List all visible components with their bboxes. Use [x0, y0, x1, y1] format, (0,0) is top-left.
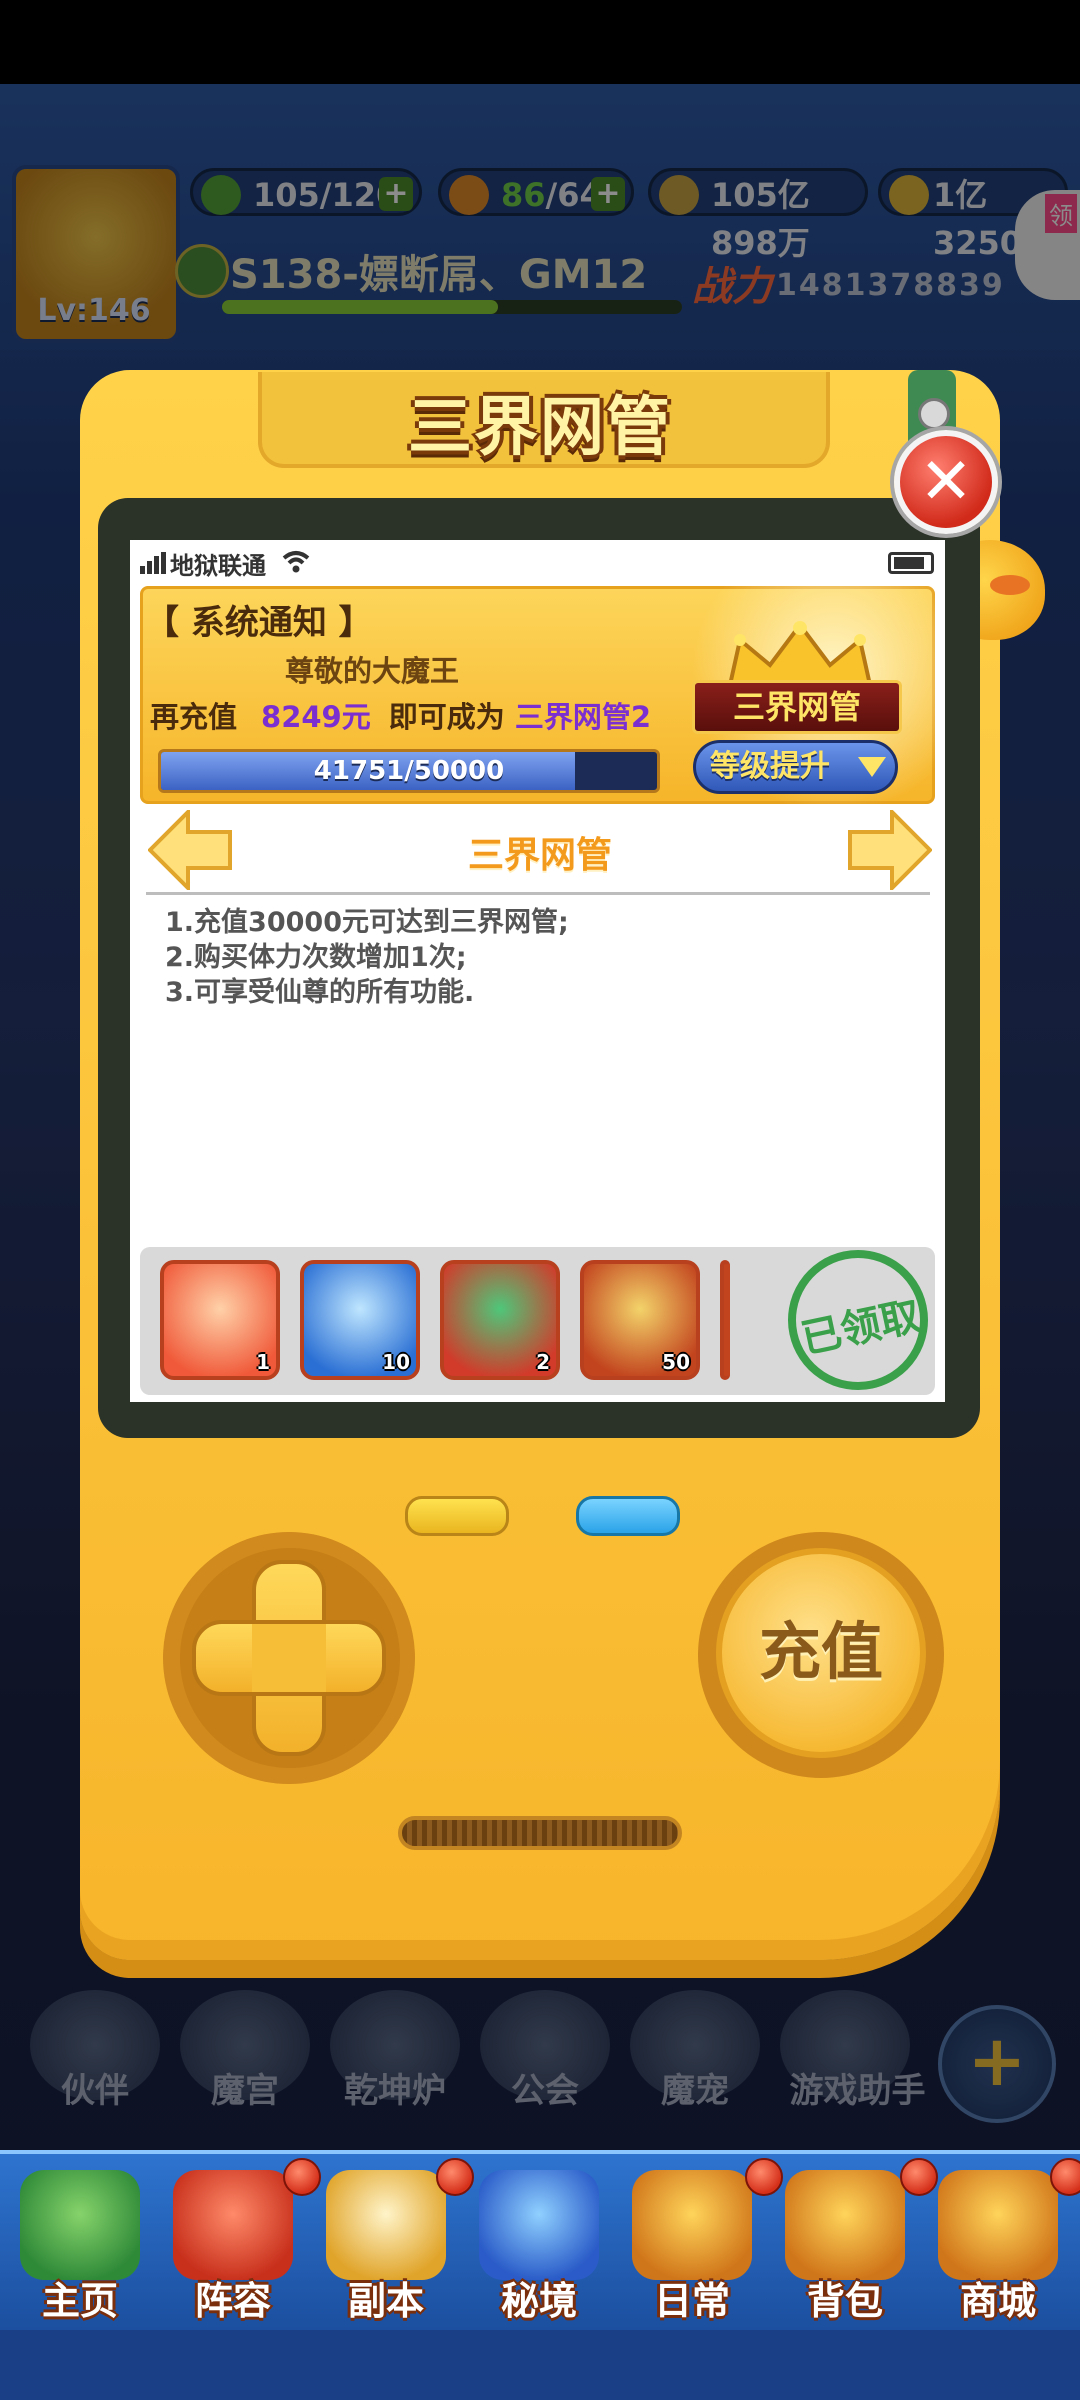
notice-mid: 即可成为: [388, 700, 505, 734]
tab-secret-realm-label: 秘境: [500, 2279, 577, 2323]
notice-title: 【 系统通知 】: [145, 603, 373, 643]
signal-icon: [140, 552, 166, 574]
progress-text: 41751/50000: [313, 756, 505, 786]
sword-burst-icon: [326, 2170, 446, 2280]
tab-bag[interactable]: 背包: [770, 2160, 920, 2330]
reward-item[interactable]: 2: [440, 1260, 560, 1380]
tab-lineup-label: 阵容: [194, 2279, 271, 2323]
popup-title: 三界网管: [408, 391, 672, 465]
reward-item-partial: [720, 1260, 730, 1380]
reward-count: 2: [536, 1350, 550, 1374]
home-gate-icon: [20, 2170, 140, 2280]
dungeon-notify-icon: [436, 2158, 474, 2196]
bottom-strip: [0, 2330, 1080, 2400]
scroll-gift-icon: [632, 2170, 752, 2280]
notice-greeting: 尊敬的大魔王: [285, 654, 460, 688]
tab-home[interactable]: 主页: [5, 2160, 155, 2330]
tab-bag-label: 背包: [806, 2279, 883, 2323]
shop-notify-icon: [1050, 2158, 1080, 2196]
tab-dungeon-label: 副本: [347, 2279, 424, 2323]
dpad-center: [252, 1624, 326, 1692]
notice-recharge-line: 再充值 8249元 即可成为 三界网管2: [150, 694, 651, 736]
notice-prefix: 再充值: [150, 700, 238, 734]
description-line: 1.充值30000元可达到三界网管;: [165, 907, 569, 938]
notice-amount: 8249元: [261, 700, 371, 734]
description-line: 2.购买体力次数增加1次;: [165, 942, 467, 973]
prev-rank-arrow-icon[interactable]: [148, 810, 232, 890]
speaker-grille: [398, 1816, 682, 1850]
description-line: 3.可享受仙尊的所有功能.: [165, 977, 475, 1008]
start-button: [576, 1496, 680, 1536]
coin-stack-icon: [938, 2170, 1058, 2280]
tag-ring: [918, 398, 950, 430]
chevron-down-icon: [858, 757, 886, 777]
daily-notify-icon: [745, 2158, 783, 2196]
next-rank-arrow-icon[interactable]: [848, 810, 932, 890]
money-bag-icon: [785, 2170, 905, 2280]
reward-item[interactable]: 10: [300, 1260, 420, 1380]
top-black-bar: [0, 0, 1080, 84]
close-button[interactable]: ✕: [894, 430, 998, 534]
duck-beak: [990, 575, 1030, 595]
reward-count: 1: [256, 1350, 270, 1374]
tab-secret-realm[interactable]: 秘境: [464, 2160, 614, 2330]
divider: [146, 892, 930, 895]
rank-badge: 三界网管: [692, 680, 902, 734]
notice-next-rank: 三界网管2: [514, 700, 652, 734]
lineup-notify-icon: [283, 2158, 321, 2196]
rank-title: 三界网管: [467, 835, 612, 876]
select-button: [405, 1496, 509, 1536]
carrier-name: 地狱联通: [170, 552, 266, 580]
reward-item[interactable]: 1: [160, 1260, 280, 1380]
wifi-icon: [282, 551, 310, 573]
blue-orb-icon: [479, 2170, 599, 2280]
reward-count: 50: [662, 1350, 690, 1374]
rank-description: 1.充值30000元可达到三界网管; 2.购买体力次数增加1次; 3.可享受仙尊…: [165, 905, 569, 1010]
tab-shop-label: 商城: [959, 2279, 1036, 2323]
scroll-icon: [173, 2170, 293, 2280]
recharge-button[interactable]: 充值: [716, 1548, 926, 1758]
tab-daily[interactable]: 日常: [617, 2160, 767, 2330]
tab-home-label: 主页: [41, 2279, 118, 2323]
tab-daily-label: 日常: [653, 2279, 730, 2323]
reward-item[interactable]: 50: [580, 1260, 700, 1380]
reward-count: 10: [382, 1350, 410, 1374]
battery-icon: [888, 552, 934, 574]
bag-notify-icon: [900, 2158, 938, 2196]
tab-shop[interactable]: 商城: [923, 2160, 1073, 2330]
